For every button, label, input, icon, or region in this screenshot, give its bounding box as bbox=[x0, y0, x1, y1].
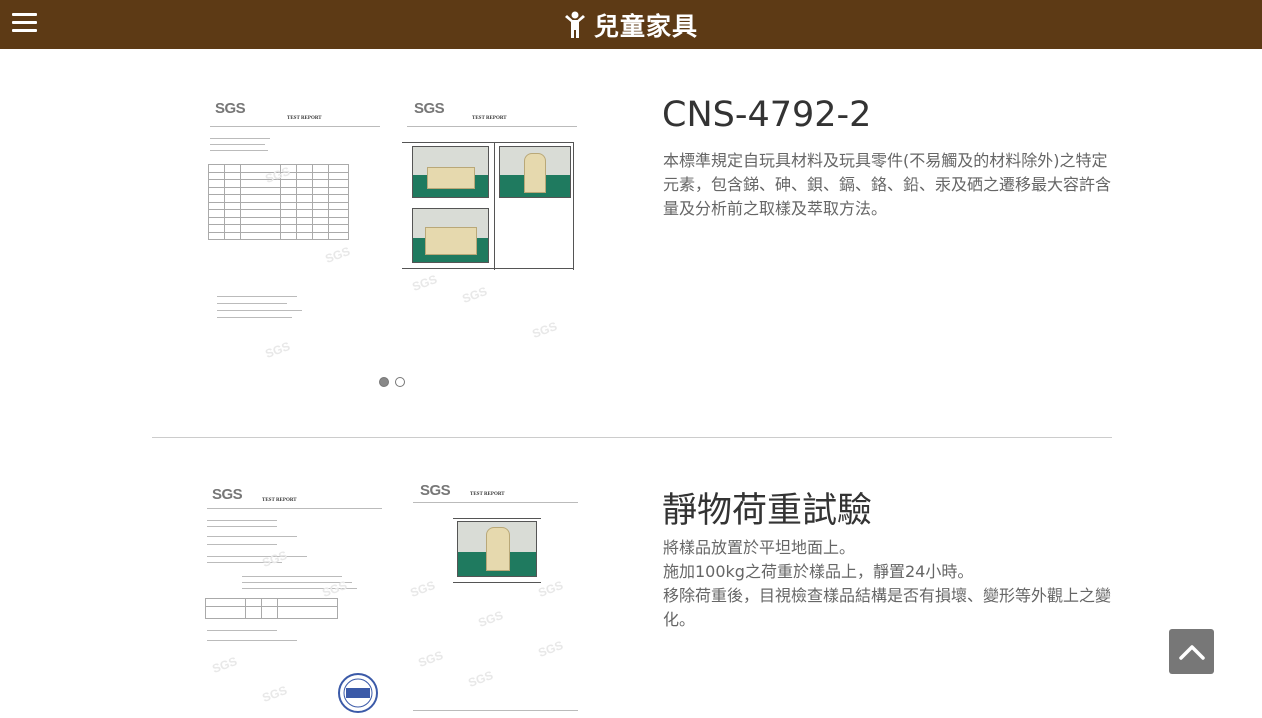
section-description: 將樣品放置於平坦地面上。 施加100kg之荷重於樣品上，靜置24小時。 移除荷重… bbox=[663, 536, 1113, 632]
sgs-stamp-icon bbox=[338, 673, 378, 713]
description-line-2: 施加100kg之荷重於樣品上，靜置24小時。 bbox=[663, 562, 974, 581]
hamburger-menu-icon[interactable] bbox=[12, 13, 38, 35]
test-report-image-1[interactable]: SGS TEST REPORT SGS SGS SGS bbox=[205, 98, 390, 360]
top-header: 兒童家具 bbox=[0, 0, 1262, 49]
brand[interactable]: 兒童家具 bbox=[0, 0, 1262, 49]
test-report-image-3[interactable]: SGS TEST REPORT SGS SGS SGS SGS bbox=[202, 482, 387, 718]
section-title: 靜物荷重試驗 bbox=[662, 491, 873, 531]
section-title: CNS-4792-2 bbox=[662, 95, 872, 135]
section-cns: SGS TEST REPORT SGS SGS SGS SGS TEST REP… bbox=[0, 49, 1262, 437]
child-figure-icon bbox=[564, 11, 585, 38]
back-to-top-button[interactable] bbox=[1169, 629, 1214, 674]
description-line-1: 將樣品放置於平坦地面上。 bbox=[663, 538, 856, 557]
description-line-3: 移除荷重後，目視檢查樣品結構是否有損壞、變形等外觀上之變化。 bbox=[663, 586, 1112, 629]
test-report-image-4[interactable]: SGS TEST REPORT SGS SGS SGS SGS SGS SGS bbox=[408, 482, 580, 718]
section-static-load: SGS TEST REPORT SGS SGS SGS SGS SGS TEST… bbox=[0, 438, 1262, 718]
chevron-up-icon bbox=[1178, 644, 1205, 660]
carousel-dot-2[interactable] bbox=[395, 377, 405, 387]
test-report-image-2[interactable]: SGS TEST REPORT SGS SGS SGS bbox=[402, 98, 589, 360]
section-description: 本標準規定自玩具材料及玩具零件(不易觸及的材料除外)之特定元素，包含銻、砷、鋇、… bbox=[663, 151, 1112, 218]
site-title: 兒童家具 bbox=[593, 11, 698, 41]
carousel-dot-1[interactable] bbox=[379, 377, 389, 387]
carousel-indicators bbox=[379, 377, 405, 387]
